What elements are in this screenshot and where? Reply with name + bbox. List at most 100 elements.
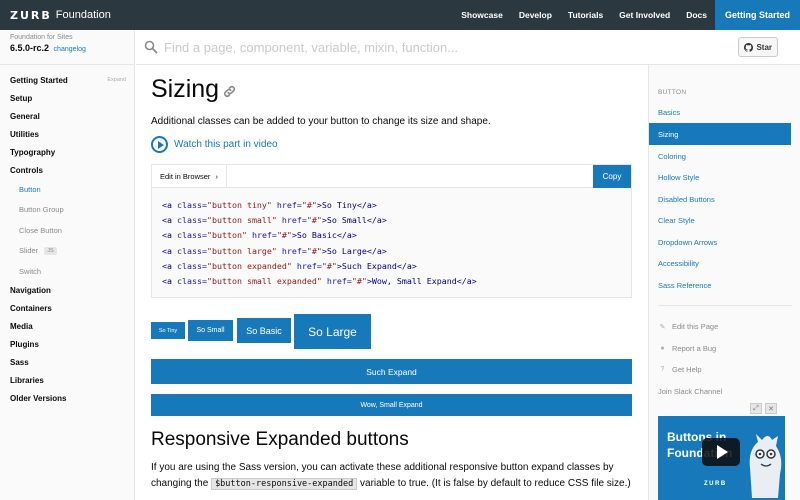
- logo-mark: ZURB: [10, 8, 52, 22]
- logo-text: Foundation: [55, 9, 111, 21]
- top-bar: ZURB Foundation Showcase Develop Tutoria…: [0, 0, 800, 30]
- sidebar-item-older-versions[interactable]: Older Versions: [0, 390, 134, 408]
- get-help-link[interactable]: ? Get Help: [658, 365, 702, 374]
- nav-get-involved[interactable]: Get Involved: [611, 0, 678, 30]
- sidebar-subitem-switch[interactable]: Switch: [0, 261, 134, 282]
- toc-item-coloring[interactable]: Coloring: [649, 145, 791, 167]
- code-line: <a class="button tiny" href="#">So Tiny<…: [162, 200, 377, 210]
- edit-page-link[interactable]: ✎ Edit this Page: [658, 322, 719, 331]
- code-line: <a class="button" href="#">So Basic</a>: [162, 230, 357, 241]
- sidebar-item-label: Slider: [19, 246, 39, 256]
- github-icon: ●: [660, 345, 665, 352]
- sidebar-item-utilities[interactable]: Utilities: [0, 125, 134, 143]
- play-circle-icon: [151, 136, 168, 153]
- sidebar-item-getting-started[interactable]: Getting Started Expand: [0, 71, 134, 89]
- get-help-label: Get Help: [672, 365, 702, 374]
- nav-showcase[interactable]: Showcase: [453, 0, 511, 30]
- toc-divider: [658, 305, 792, 306]
- main-content: Sizing Additional classes can be added t…: [136, 65, 648, 500]
- version-number: 6.5.0-rc.2: [10, 43, 50, 53]
- chevron-right-icon: ›: [215, 171, 218, 181]
- so-large-button[interactable]: So Large: [294, 314, 371, 349]
- sidebar-item-controls[interactable]: Controls: [0, 161, 134, 179]
- copy-button[interactable]: Copy: [593, 165, 631, 188]
- intro-text: Additional classes can be added to your …: [151, 116, 491, 127]
- expand-icon[interactable]: ⤢: [750, 403, 762, 414]
- sidebar-subitem-slider[interactable]: Slider JS: [0, 241, 134, 262]
- docs-sidebar: Getting Started Expand Setup General Uti…: [0, 65, 135, 500]
- getting-started-button[interactable]: Getting Started: [714, 0, 800, 30]
- slack-channel-link[interactable]: Join Slack Channel: [658, 387, 722, 396]
- report-bug-link[interactable]: ● Report a Bug: [658, 344, 716, 353]
- edit-in-browser-button[interactable]: Edit in Browser ›: [152, 164, 227, 188]
- sidebar-item-media[interactable]: Media: [0, 318, 134, 336]
- site-subtitle: Foundation for Sites: [10, 34, 73, 41]
- top-nav: Showcase Develop Tutorials Get Involved …: [453, 0, 800, 30]
- js-badge: JS: [44, 246, 57, 255]
- link-icon[interactable]: [223, 85, 236, 98]
- sidebar-item-general[interactable]: General: [0, 107, 134, 125]
- so-tiny-button[interactable]: So Tiny: [151, 322, 185, 339]
- sidebar-item-typography[interactable]: Typography: [0, 143, 134, 161]
- sidebar-item-setup[interactable]: Setup: [0, 89, 134, 107]
- video-controls: ⤢ ✕: [750, 403, 777, 414]
- section-heading: Responsive Expanded buttons: [151, 429, 409, 450]
- toc-item-hollow-style[interactable]: Hollow Style: [649, 166, 791, 188]
- github-star-button[interactable]: Star: [738, 37, 778, 57]
- code-line: <a class="button expanded" href="#">Such…: [162, 260, 417, 271]
- section-paragraph: If you are using the Sass version, you c…: [151, 460, 641, 492]
- toc-item-sass-reference[interactable]: Sass Reference: [649, 274, 791, 296]
- search-icon: [144, 40, 158, 54]
- code-toolbar: Edit in Browser › Copy: [152, 164, 631, 188]
- inline-code: $button-responsive-expanded: [211, 478, 358, 490]
- close-icon[interactable]: ✕: [765, 403, 777, 414]
- sidebar-item-label: Getting Started: [10, 75, 68, 85]
- toc-item-sizing[interactable]: Sizing: [649, 123, 791, 145]
- toc-heading: BUTTON: [658, 89, 687, 96]
- sidebar-subitem-close-button[interactable]: Close Button: [0, 220, 134, 241]
- watch-video-label: Watch this part in video: [174, 139, 278, 150]
- yeti-mascot-icon: [749, 434, 782, 498]
- nav-develop[interactable]: Develop: [511, 0, 560, 30]
- sidebar-subitem-button[interactable]: Button: [0, 179, 134, 200]
- code-body: <a class="button tiny" href="#">So Tiny<…: [152, 188, 631, 299]
- report-bug-label: Report a Bug: [672, 344, 717, 353]
- edit-in-browser-label: Edit in Browser: [160, 171, 211, 181]
- search-input[interactable]: [164, 39, 724, 55]
- expand-toggle[interactable]: Expand: [107, 77, 126, 83]
- so-basic-button[interactable]: So Basic: [237, 318, 291, 343]
- sidebar-item-containers[interactable]: Containers: [0, 300, 134, 318]
- nav-tutorials[interactable]: Tutorials: [560, 0, 611, 30]
- watch-video-link[interactable]: Watch this part in video: [151, 136, 278, 153]
- sidebar-subitem-button-group[interactable]: Button Group: [0, 200, 134, 221]
- search-bar: Star: [136, 30, 800, 65]
- toc-item-clear-style[interactable]: Clear Style: [649, 209, 791, 231]
- small-expand-button[interactable]: Wow, Small Expand: [151, 394, 632, 416]
- play-button[interactable]: [702, 438, 740, 466]
- slack-channel-label: Join Slack Channel: [658, 387, 723, 396]
- changelog-link[interactable]: changelog: [54, 46, 86, 53]
- sidebar-item-navigation[interactable]: Navigation: [0, 282, 134, 300]
- so-small-button[interactable]: So Small: [188, 320, 233, 341]
- edit-page-label: Edit this Page: [672, 322, 719, 331]
- question-icon: ?: [660, 366, 665, 373]
- github-icon: [744, 42, 754, 52]
- toc-item-basics[interactable]: Basics: [649, 101, 791, 123]
- page-title: Sizing: [151, 75, 220, 103]
- video-brand: ZURB: [704, 481, 727, 487]
- logo[interactable]: ZURB Foundation: [10, 0, 111, 30]
- play-icon: [717, 445, 728, 459]
- toc-item-dropdown-arrows[interactable]: Dropdown Arrows: [649, 231, 791, 253]
- nav-docs[interactable]: Docs: [678, 0, 715, 30]
- sidebar-item-libraries[interactable]: Libraries: [0, 372, 134, 390]
- toc-item-disabled-buttons[interactable]: Disabled Buttons: [649, 188, 791, 210]
- code-line: <a class="button small expanded" href="#…: [162, 276, 477, 287]
- code-line: <a class="button small" href="#">So Smal…: [162, 215, 387, 226]
- sidebar-item-sass[interactable]: Sass: [0, 354, 134, 372]
- toc-item-accessibility[interactable]: Accessibility: [649, 252, 791, 274]
- pencil-icon: ✎: [659, 323, 666, 331]
- video-thumbnail[interactable]: Buttons in Foundation ZURB: [658, 416, 785, 500]
- such-expand-button[interactable]: Such Expand: [151, 359, 632, 384]
- sidebar-item-plugins[interactable]: Plugins: [0, 336, 134, 354]
- site-version: 6.5.0-rc.2 changelog: [10, 43, 124, 53]
